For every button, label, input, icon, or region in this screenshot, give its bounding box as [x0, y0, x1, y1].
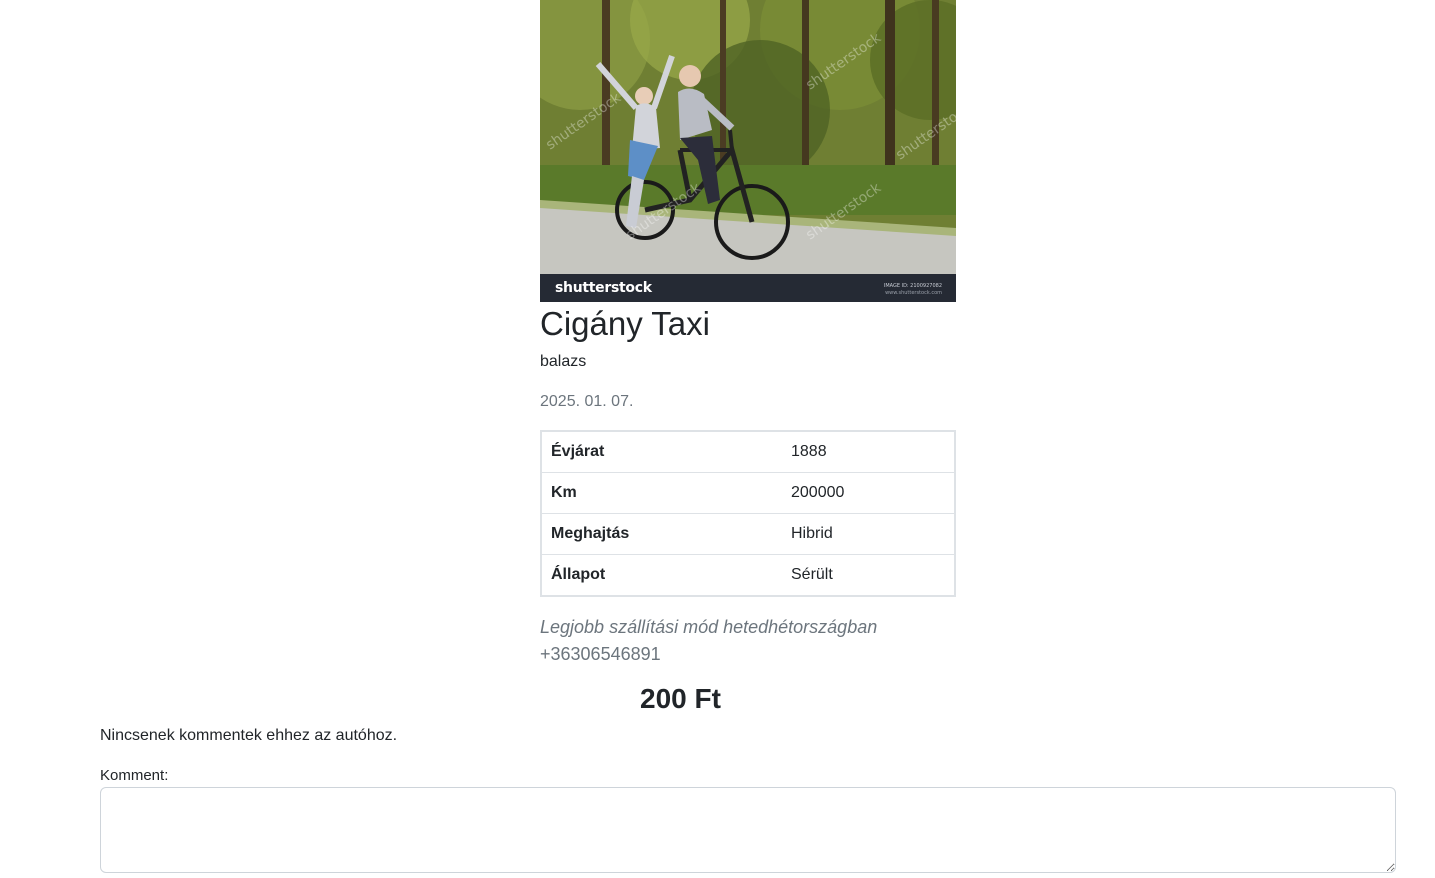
- listing-photo: shutterstock shutterstock shutterstock s…: [540, 0, 956, 302]
- spec-value: Sérült: [782, 554, 955, 596]
- listing-owner: balazs: [540, 353, 587, 370]
- spec-value: 200000: [782, 472, 955, 514]
- comment-label: Komment:: [100, 767, 169, 784]
- specs-table: Évjárat 1888 Km 200000 Meghajtás Hibrid …: [540, 430, 956, 597]
- listing-card: shutterstock shutterstock shutterstock s…: [540, 0, 956, 666]
- spec-label: Meghajtás: [541, 513, 782, 555]
- photo-scene: shutterstock shutterstock shutterstock s…: [540, 0, 956, 274]
- car-detail-page: shutterstock shutterstock shutterstock s…: [0, 0, 1435, 878]
- spec-label: Évjárat: [551, 443, 605, 460]
- listing-price: 200 Ft: [640, 683, 721, 714]
- listing-description: Legjobb szállítási mód hetedhétországban: [540, 617, 878, 637]
- watermark-brand: shutterstock: [555, 280, 652, 296]
- spec-label: Km: [541, 472, 782, 514]
- comment-input[interactable]: [100, 787, 1396, 873]
- table-row: Állapot Sérült: [541, 554, 955, 596]
- listing-title: Cigány Taxi: [540, 305, 710, 342]
- spec-label: Állapot: [541, 554, 782, 596]
- spec-value: 1888: [791, 443, 827, 460]
- listing-date: 2025. 01. 07.: [540, 393, 634, 410]
- watermark-site: www.shutterstock.com: [885, 290, 942, 296]
- no-comments-message: Nincsenek kommentek ehhez az autóhoz.: [100, 727, 398, 744]
- listing-phone: +36306546891: [540, 644, 661, 664]
- watermark-image-id: IMAGE ID: 2100927082: [883, 283, 942, 289]
- table-row: Km 200000: [541, 472, 955, 514]
- spec-value: Hibrid: [782, 513, 955, 555]
- table-row: Évjárat 1888: [541, 431, 955, 473]
- table-row: Meghajtás Hibrid: [541, 513, 955, 555]
